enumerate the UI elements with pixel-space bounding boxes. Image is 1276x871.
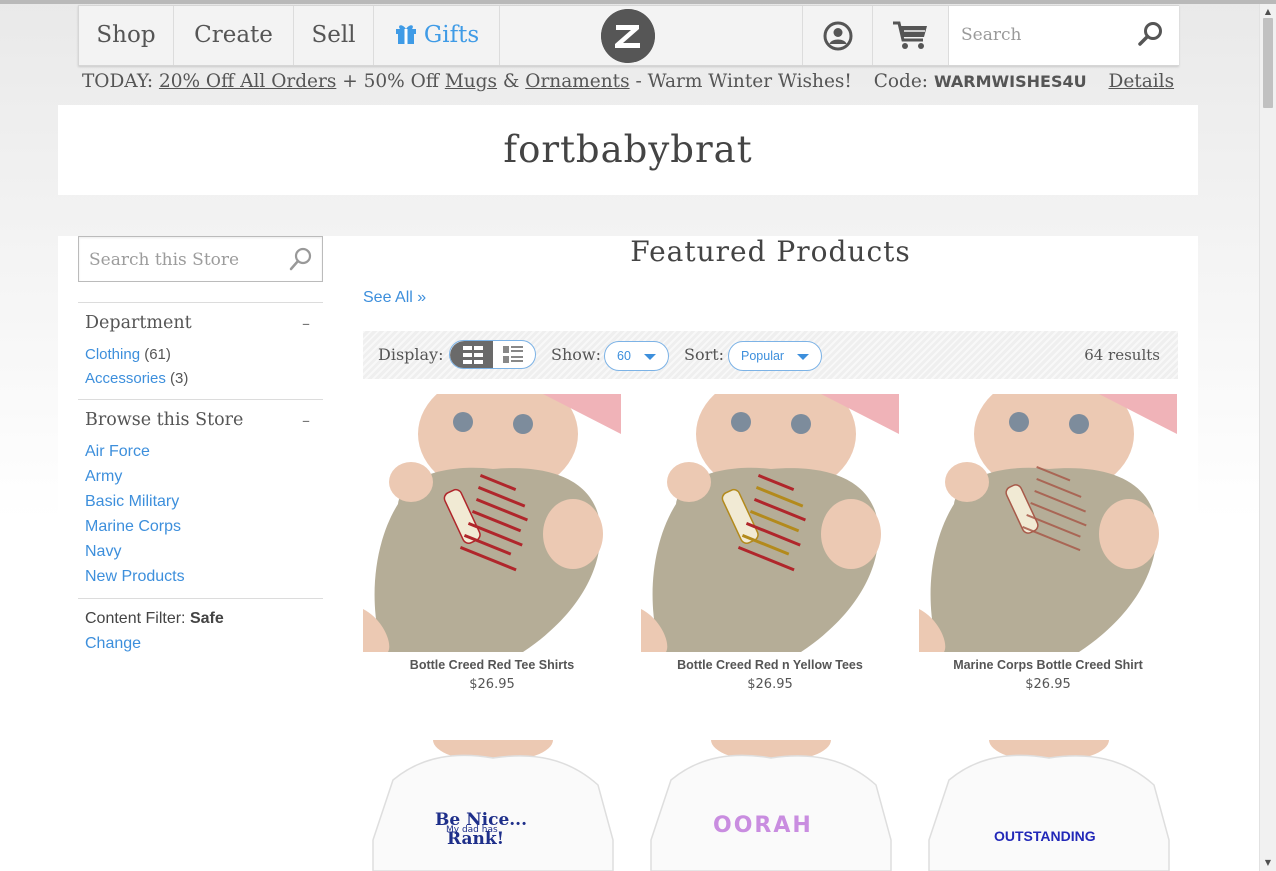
sort-select[interactable]: Popular: [728, 341, 822, 371]
promo-code-label: Code:: [873, 71, 929, 92]
promo-suffix: - Warm Winter Wishes!: [635, 71, 852, 92]
nav-create[interactable]: Create: [174, 6, 294, 65]
nav-gifts[interactable]: Gifts: [374, 6, 500, 65]
sidebar-item-basic-military[interactable]: Basic Military: [85, 493, 179, 511]
item-count: (3): [170, 370, 189, 387]
see-all-link[interactable]: See All »: [363, 289, 426, 307]
chevron-down-icon: [797, 354, 809, 360]
sidebar-item-marine-corps[interactable]: Marine Corps: [85, 518, 181, 536]
display-label: Display:: [378, 345, 444, 364]
sort-value: Popular: [741, 349, 785, 363]
product-image[interactable]: OUTSTANDING: [919, 740, 1177, 871]
show-label: Show:: [551, 345, 601, 364]
sidebar-divider: [78, 399, 323, 400]
department-heading: Department: [85, 313, 192, 333]
content-filter-label: Content Filter:: [85, 610, 186, 627]
store-search: [78, 236, 323, 282]
sidebar-item-clothing[interactable]: Clothing (61): [85, 346, 171, 363]
search-icon[interactable]: [1137, 20, 1165, 48]
chevron-down-icon: [644, 354, 656, 360]
tee-text-line3: Rank!: [447, 829, 504, 849]
promo-details-link[interactable]: Details: [1108, 71, 1174, 92]
user-icon: [823, 21, 853, 51]
product-image[interactable]: [363, 394, 621, 652]
promo-prefix: TODAY:: [81, 71, 154, 92]
sidebar-item-accessories[interactable]: Accessories (3): [85, 370, 188, 387]
sidebar-item-label: Clothing: [85, 346, 141, 363]
show-count-value: 60: [617, 349, 631, 363]
header-search-input[interactable]: [961, 21, 1136, 49]
sidebar-item-air-force[interactable]: Air Force: [85, 443, 150, 461]
store-title: fortbabybrat: [503, 128, 753, 171]
promo-amp: &: [502, 71, 520, 92]
store-search-input[interactable]: [89, 247, 284, 273]
sidebar-divider: [78, 302, 323, 303]
zazzle-logo[interactable]: [601, 9, 655, 63]
content-filter: Content Filter: Safe: [85, 610, 224, 628]
tee-text-oorah: OORAH: [713, 813, 813, 838]
sort-label: Sort:: [684, 345, 725, 364]
content-filter-value: Safe: [189, 610, 224, 627]
product-image[interactable]: [641, 394, 899, 652]
product-price: $26.95: [469, 677, 515, 692]
list-view-icon: [503, 346, 523, 363]
header-search: [948, 6, 1179, 65]
grid-view-icon: [463, 346, 483, 364]
store-search-icon[interactable]: [288, 246, 314, 272]
browse-heading: Browse this Store: [85, 410, 244, 430]
scroll-down-arrow-icon[interactable]: ▼: [1260, 855, 1276, 871]
show-count-select[interactable]: 60: [604, 341, 669, 371]
item-count: (61): [144, 346, 171, 363]
nav-shop[interactable]: Shop: [79, 6, 174, 65]
site-header: Shop Create Sell Gifts: [78, 5, 1179, 66]
promo-offer-link[interactable]: 20% Off All Orders: [159, 71, 336, 92]
cart-button[interactable]: [872, 6, 948, 65]
results-count: 64 results: [1084, 346, 1160, 364]
product-name[interactable]: Bottle Creed Red Tee Shirts: [363, 658, 621, 672]
gift-icon: [395, 25, 416, 44]
promo-ornaments-link[interactable]: Ornaments: [525, 71, 629, 92]
product-price: $26.95: [1025, 677, 1071, 692]
sidebar-item-label: Accessories: [85, 370, 166, 387]
change-filter-link[interactable]: Change: [85, 635, 141, 653]
cart-icon: [893, 21, 927, 49]
product-image[interactable]: Be Nice... My dad has Rank!: [363, 740, 621, 871]
product-name[interactable]: Marine Corps Bottle Creed Shirt: [919, 658, 1177, 672]
tee-text-outstanding: OUTSTANDING: [994, 828, 1096, 844]
browser-top-edge: [0, 0, 1276, 4]
sidebar-item-army[interactable]: Army: [85, 468, 122, 486]
product-image[interactable]: OORAH: [641, 740, 899, 871]
account-button[interactable]: [802, 6, 872, 65]
store-banner: fortbabybrat: [58, 105, 1198, 195]
results-toolbar: Display: Show: 60 Sort: Popular 64 resul…: [363, 331, 1178, 379]
sidebar-item-new-products[interactable]: New Products: [85, 568, 185, 586]
nav-sell[interactable]: Sell: [294, 6, 374, 65]
department-collapse-toggle[interactable]: –: [302, 314, 310, 333]
promo-mid: + 50% Off: [342, 71, 439, 92]
promo-mugs-link[interactable]: Mugs: [445, 71, 497, 92]
featured-products-title: Featured Products: [630, 235, 911, 268]
promo-bar: TODAY: 20% Off All Orders + 50% Off Mugs…: [0, 71, 1256, 92]
page-scrollbar[interactable]: ▲ ▼: [1259, 4, 1276, 871]
scrollbar-thumb[interactable]: [1263, 18, 1273, 108]
promo-code: WARMWISHES4U: [933, 72, 1087, 91]
product-image[interactable]: [919, 394, 1177, 652]
view-toggle: [449, 340, 536, 369]
list-view-button[interactable]: [493, 341, 535, 368]
sidebar-item-navy[interactable]: Navy: [85, 543, 121, 561]
grid-view-button[interactable]: [450, 341, 493, 368]
sidebar-divider: [78, 598, 323, 599]
product-price: $26.95: [747, 677, 793, 692]
browse-collapse-toggle[interactable]: –: [302, 411, 310, 430]
nav-gifts-label: Gifts: [423, 22, 480, 48]
product-name[interactable]: Bottle Creed Red n Yellow Tees: [641, 658, 899, 672]
